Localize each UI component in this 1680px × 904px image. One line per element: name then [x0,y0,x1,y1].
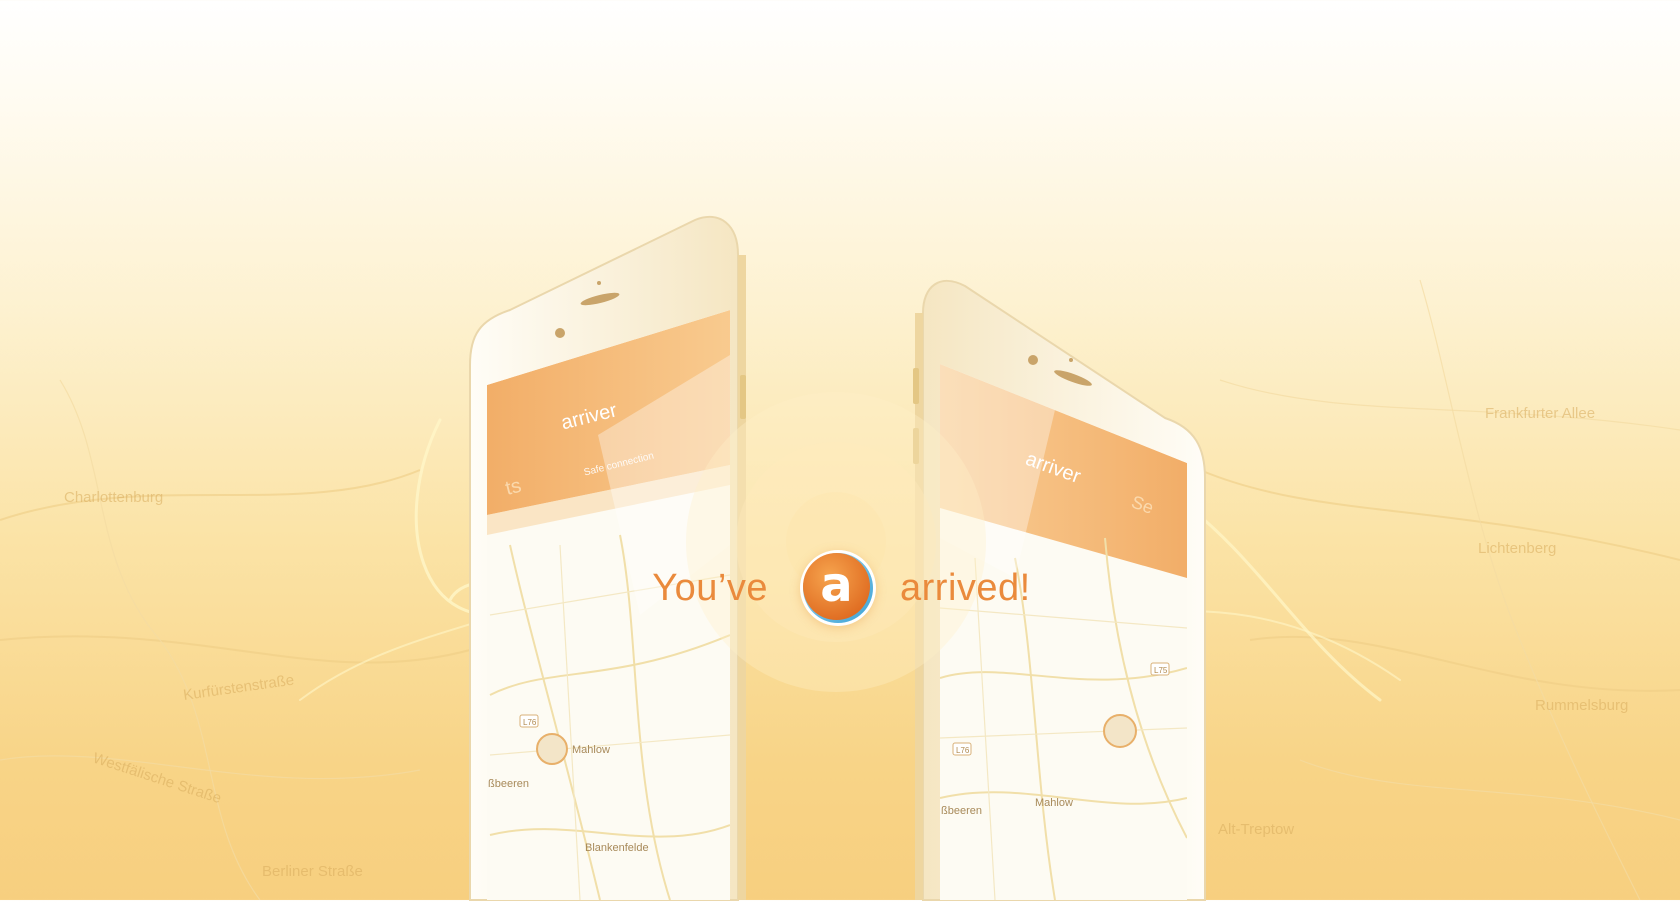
place-grossbeeren-right: ßbeeren [941,805,982,817]
avatar-left [536,733,568,765]
road-badge-right-1-label: L76 [956,746,970,755]
headline-youve: You’ve [652,567,768,609]
place-grossbeeren-left: ßbeeren [488,778,529,790]
map-label-kurfuerstenstrasse: Kurfürstenstraße [182,672,295,704]
map-label-frankfurter-allee: Frankfurter Allee [1485,405,1595,422]
place-mahlow-left: Mahlow [572,744,610,756]
map-label-berliner-strasse: Berliner Straße [262,863,363,880]
place-mahlow-right: Mahlow [1035,797,1073,809]
map-label-charlottenburg: Charlottenburg [64,489,163,506]
map-label-lichtenberg: Lichtenberg [1478,540,1556,557]
avatar-right [1103,714,1137,748]
headline-arrived: arrived! [900,567,1031,609]
road-badge-right-2-label: L75 [1154,666,1168,675]
app-logo-icon: a [800,550,876,626]
map-label-rummelsburg: Rummelsburg [1535,697,1628,714]
map-label-westfaelische: Westfälische Straße [91,750,224,808]
map-label-alt-treptow: Alt-Treptow [1218,821,1294,838]
road-badge-left-label: L76 [523,718,537,727]
place-blankenfelde-left: Blankenfelde [585,842,649,854]
logo-letter: a [820,557,853,613]
